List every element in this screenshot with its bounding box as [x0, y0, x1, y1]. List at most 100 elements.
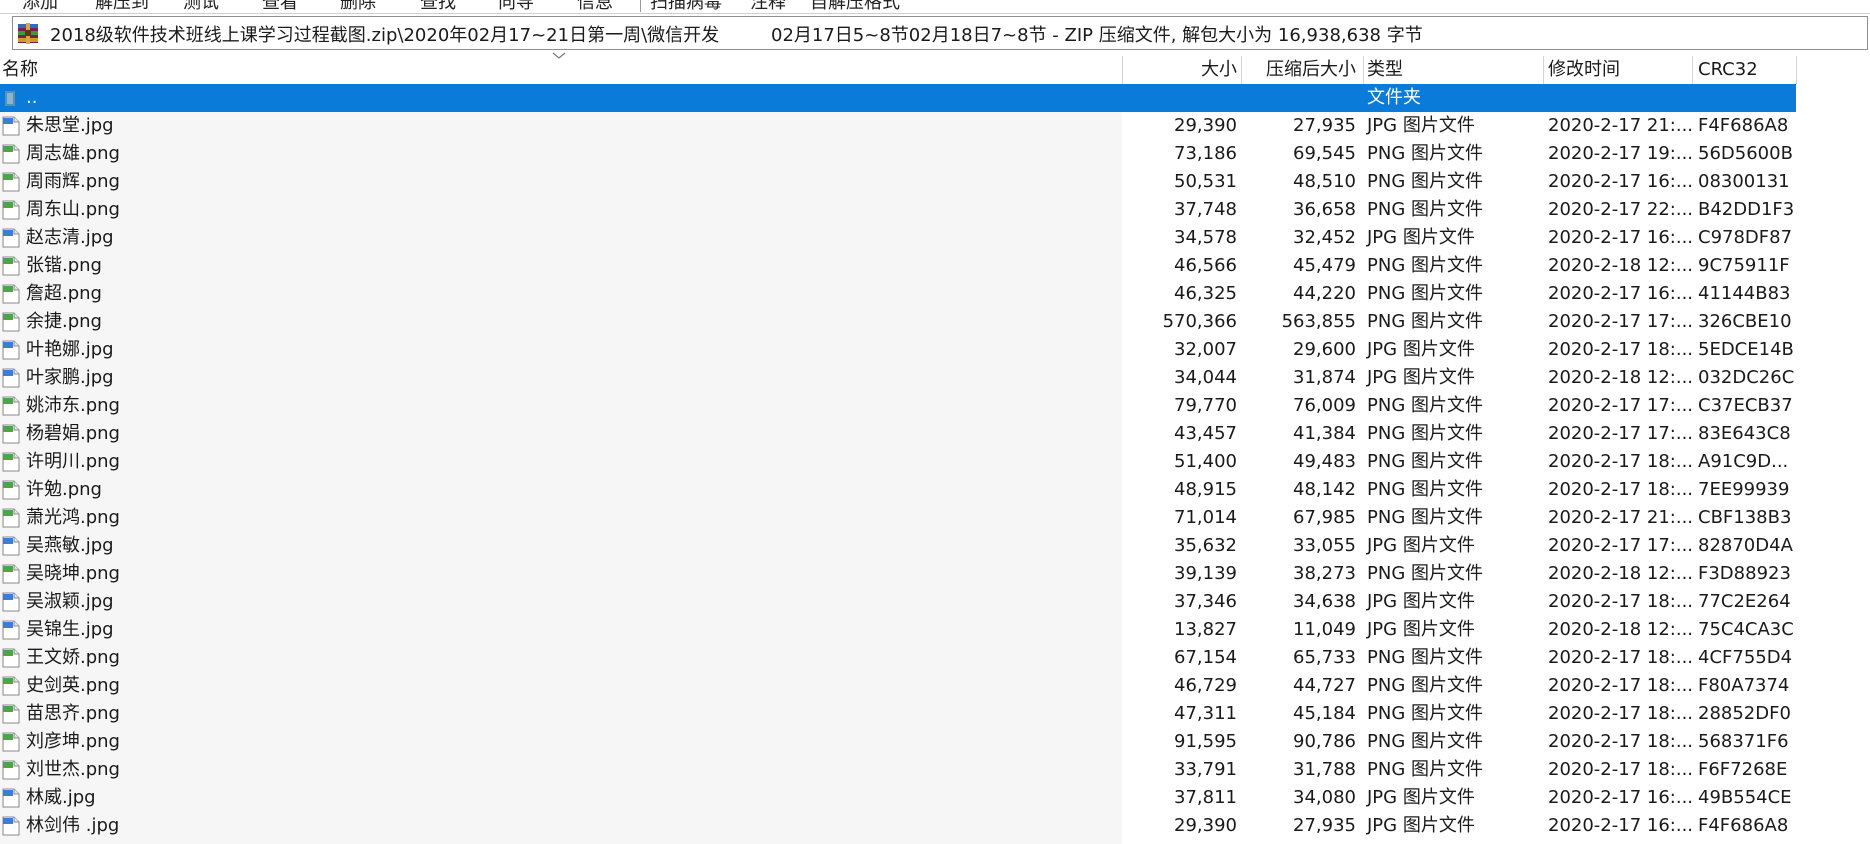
- file-crc32-cell: F4F686A8: [1698, 815, 1789, 836]
- file-row[interactable]: 吴燕敏.jpg 35,632 33,055 JPG 图片文件 2020-2-17 17:…: [0, 532, 1796, 560]
- toolbar-comment-button[interactable]: 注释: [750, 0, 786, 14]
- column-header-name[interactable]: 名称: [2, 56, 1122, 84]
- file-packed-size-cell: 34,080: [1293, 787, 1356, 808]
- file-type-cell: PNG 图片文件: [1367, 255, 1483, 276]
- file-row[interactable]: 刘世杰.png 33,791 31,788 PNG 图片文件 2020-2-17 18:…: [0, 756, 1796, 784]
- file-size-cell: 37,748: [1174, 199, 1237, 220]
- file-crc32-cell: 83E643C8: [1698, 423, 1791, 444]
- jpg-file-icon: [1, 340, 21, 360]
- file-crc32-cell: F80A7374: [1698, 675, 1790, 696]
- file-modified-cell: 2020-2-17 18:...: [1548, 703, 1694, 724]
- file-name-cell: 吴晓坤.png: [26, 563, 120, 584]
- toolbar-find-button[interactable]: 查找: [420, 0, 456, 14]
- file-row[interactable]: 叶家鹏.jpg 34,044 31,874 JPG 图片文件 2020-2-18 12:…: [0, 364, 1796, 392]
- file-packed-size-cell: 44,220: [1293, 283, 1356, 304]
- png-file-icon: [1, 564, 21, 584]
- file-row[interactable]: 萧光鸿.png 71,014 67,985 PNG 图片文件 2020-2-17 21:…: [0, 504, 1796, 532]
- toolbar-divider: [0, 13, 1870, 14]
- file-packed-size-cell: 48,142: [1293, 479, 1356, 500]
- file-row[interactable]: 史剑英.png 46,729 44,727 PNG 图片文件 2020-2-17 18:…: [0, 672, 1796, 700]
- file-modified-cell: 2020-2-17 16:...: [1548, 171, 1694, 192]
- file-modified-cell: 2020-2-17 18:...: [1548, 591, 1694, 612]
- file-type-cell: JPG 图片文件: [1367, 339, 1475, 360]
- file-crc32-cell: A91C9D...: [1698, 451, 1789, 472]
- file-crc32-cell: B42DD1F3: [1698, 199, 1795, 220]
- file-type-cell: PNG 图片文件: [1367, 395, 1483, 416]
- file-crc32-cell: 75C4CA3C: [1698, 619, 1794, 640]
- file-row[interactable]: 张锴.png 46,566 45,479 PNG 图片文件 2020-2-18 12:.…: [0, 252, 1796, 280]
- file-row[interactable]: 苗思齐.png 47,311 45,184 PNG 图片文件 2020-2-17 18:…: [0, 700, 1796, 728]
- file-size-cell: 47,311: [1174, 703, 1237, 724]
- toolbar-test-button[interactable]: 测试: [183, 0, 219, 14]
- column-divider[interactable]: [1796, 56, 1797, 84]
- archive-path: 2018级软件技术班线上课学习过程截图.zip\2020年02月17~21日第一…: [50, 25, 720, 46]
- file-row[interactable]: 林剑伟 .jpg 29,390 27,935 JPG 图片文件 2020-2-17 16…: [0, 812, 1796, 840]
- column-header-crc32[interactable]: CRC32: [1698, 56, 1794, 84]
- toolbar-delete-button[interactable]: 删除: [340, 0, 376, 14]
- file-row[interactable]: 余捷.png 570,366 563,855 PNG 图片文件 2020-2-17 17…: [0, 308, 1796, 336]
- file-modified-cell: 2020-2-17 18:...: [1548, 339, 1694, 360]
- file-row[interactable]: 周志雄.png 73,186 69,545 PNG 图片文件 2020-2-17 19:…: [0, 140, 1796, 168]
- file-name-cell: 周志雄.png: [26, 143, 120, 164]
- file-row[interactable]: 叶艳娜.jpg 32,007 29,600 JPG 图片文件 2020-2-17 18:…: [0, 336, 1796, 364]
- file-row[interactable]: 刘彦坤.png 91,595 90,786 PNG 图片文件 2020-2-17 18:…: [0, 728, 1796, 756]
- column-divider[interactable]: [1543, 56, 1544, 84]
- file-crc32-cell: 4CF755D4: [1698, 647, 1793, 668]
- file-row[interactable]: 詹超.png 46,325 44,220 PNG 图片文件 2020-2-17 16:.…: [0, 280, 1796, 308]
- toolbar-add-button[interactable]: 添加: [22, 0, 58, 14]
- png-file-icon: [1, 676, 21, 696]
- file-type-cell: JPG 图片文件: [1367, 115, 1475, 136]
- column-header-modified[interactable]: 修改时间: [1548, 56, 1688, 84]
- file-row[interactable]: 许勉.png 48,915 48,142 PNG 图片文件 2020-2-17 18:.…: [0, 476, 1796, 504]
- column-header-size[interactable]: 大小: [1123, 56, 1237, 84]
- file-modified-cell: 2020-2-17 18:...: [1548, 647, 1694, 668]
- jpg-file-icon: [1, 116, 21, 136]
- file-row[interactable]: 赵志清.jpg 34,578 32,452 JPG 图片文件 2020-2-17 16:…: [0, 224, 1796, 252]
- file-crc32-cell: 326CBE10: [1698, 311, 1792, 332]
- file-list[interactable]: .. 文件夹 朱思堂.jpg 29,390 27,935 JPG 图片文件 2020-2-1…: [0, 84, 1870, 844]
- file-name-cell: 朱思堂.jpg: [26, 115, 114, 136]
- toolbar-view-button[interactable]: 查看: [262, 0, 298, 14]
- jpg-file-icon: [1, 788, 21, 808]
- png-file-icon: [1, 760, 21, 780]
- file-name-cell: 詹超.png: [26, 283, 102, 304]
- file-modified-cell: 2020-2-17 17:...: [1548, 395, 1694, 416]
- file-row[interactable]: 林威.jpg 37,811 34,080 JPG 图片文件 2020-2-17 16:.…: [0, 784, 1796, 812]
- column-divider[interactable]: [1363, 56, 1364, 84]
- column-header-type[interactable]: 类型: [1367, 56, 1539, 84]
- file-row[interactable]: 周雨辉.png 50,531 48,510 PNG 图片文件 2020-2-17 16:…: [0, 168, 1796, 196]
- toolbar-info-button[interactable]: 信息: [577, 0, 613, 14]
- file-row[interactable]: 吴锦生.jpg 13,827 11,049 JPG 图片文件 2020-2-18 12:…: [0, 616, 1796, 644]
- file-row[interactable]: 姚沛东.png 79,770 76,009 PNG 图片文件 2020-2-17 17:…: [0, 392, 1796, 420]
- file-row[interactable]: 杨碧娟.png 43,457 41,384 PNG 图片文件 2020-2-17 17:…: [0, 420, 1796, 448]
- file-packed-size-cell: 41,384: [1293, 423, 1356, 444]
- toolbar-sfx-button[interactable]: 自解压格式: [810, 0, 900, 14]
- toolbar-wizard-button[interactable]: 向导: [498, 0, 534, 14]
- file-row[interactable]: 吴淑颖.jpg 37,346 34,638 JPG 图片文件 2020-2-17 18:…: [0, 588, 1796, 616]
- toolbar-virus-scan-button[interactable]: 扫描病毒: [650, 0, 722, 14]
- file-row[interactable]: 周东山.png 37,748 36,658 PNG 图片文件 2020-2-17 22:…: [0, 196, 1796, 224]
- file-row[interactable]: 许明川.png 51,400 49,483 PNG 图片文件 2020-2-17 18:…: [0, 448, 1796, 476]
- column-header-packed[interactable]: 压缩后大小: [1242, 56, 1356, 84]
- file-name-cell: 赵志清.jpg: [26, 227, 114, 248]
- file-size-cell: 73,186: [1174, 143, 1237, 164]
- file-row[interactable]: 王文娇.png 67,154 65,733 PNG 图片文件 2020-2-17 18:…: [0, 644, 1796, 672]
- column-divider[interactable]: [1692, 56, 1693, 84]
- file-modified-cell: 2020-2-17 18:...: [1548, 479, 1694, 500]
- file-size-cell: 46,325: [1174, 283, 1237, 304]
- parent-folder-row[interactable]: .. 文件夹: [0, 84, 1796, 112]
- file-name-cell: 林威.jpg: [26, 787, 96, 808]
- address-bar[interactable]: 2018级软件技术班线上课学习过程截图.zip\2020年02月17~21日第一…: [12, 16, 1868, 50]
- png-file-icon: [1, 396, 21, 416]
- file-type-cell: JPG 图片文件: [1367, 591, 1475, 612]
- jpg-file-icon: [1, 592, 21, 612]
- toolbar-extract-to-button[interactable]: 解压到: [95, 0, 149, 14]
- file-row[interactable]: 吴晓坤.png 39,139 38,273 PNG 图片文件 2020-2-18 12:…: [0, 560, 1796, 588]
- file-type-cell: JPG 图片文件: [1367, 535, 1475, 556]
- file-size-cell: 67,154: [1174, 647, 1237, 668]
- png-file-icon: [1, 144, 21, 164]
- file-row[interactable]: 朱思堂.jpg 29,390 27,935 JPG 图片文件 2020-2-17 21:…: [0, 112, 1796, 140]
- file-name-cell: 吴淑颖.jpg: [26, 591, 114, 612]
- file-modified-cell: 2020-2-17 16:...: [1548, 227, 1694, 248]
- file-name-cell: 史剑英.png: [26, 675, 120, 696]
